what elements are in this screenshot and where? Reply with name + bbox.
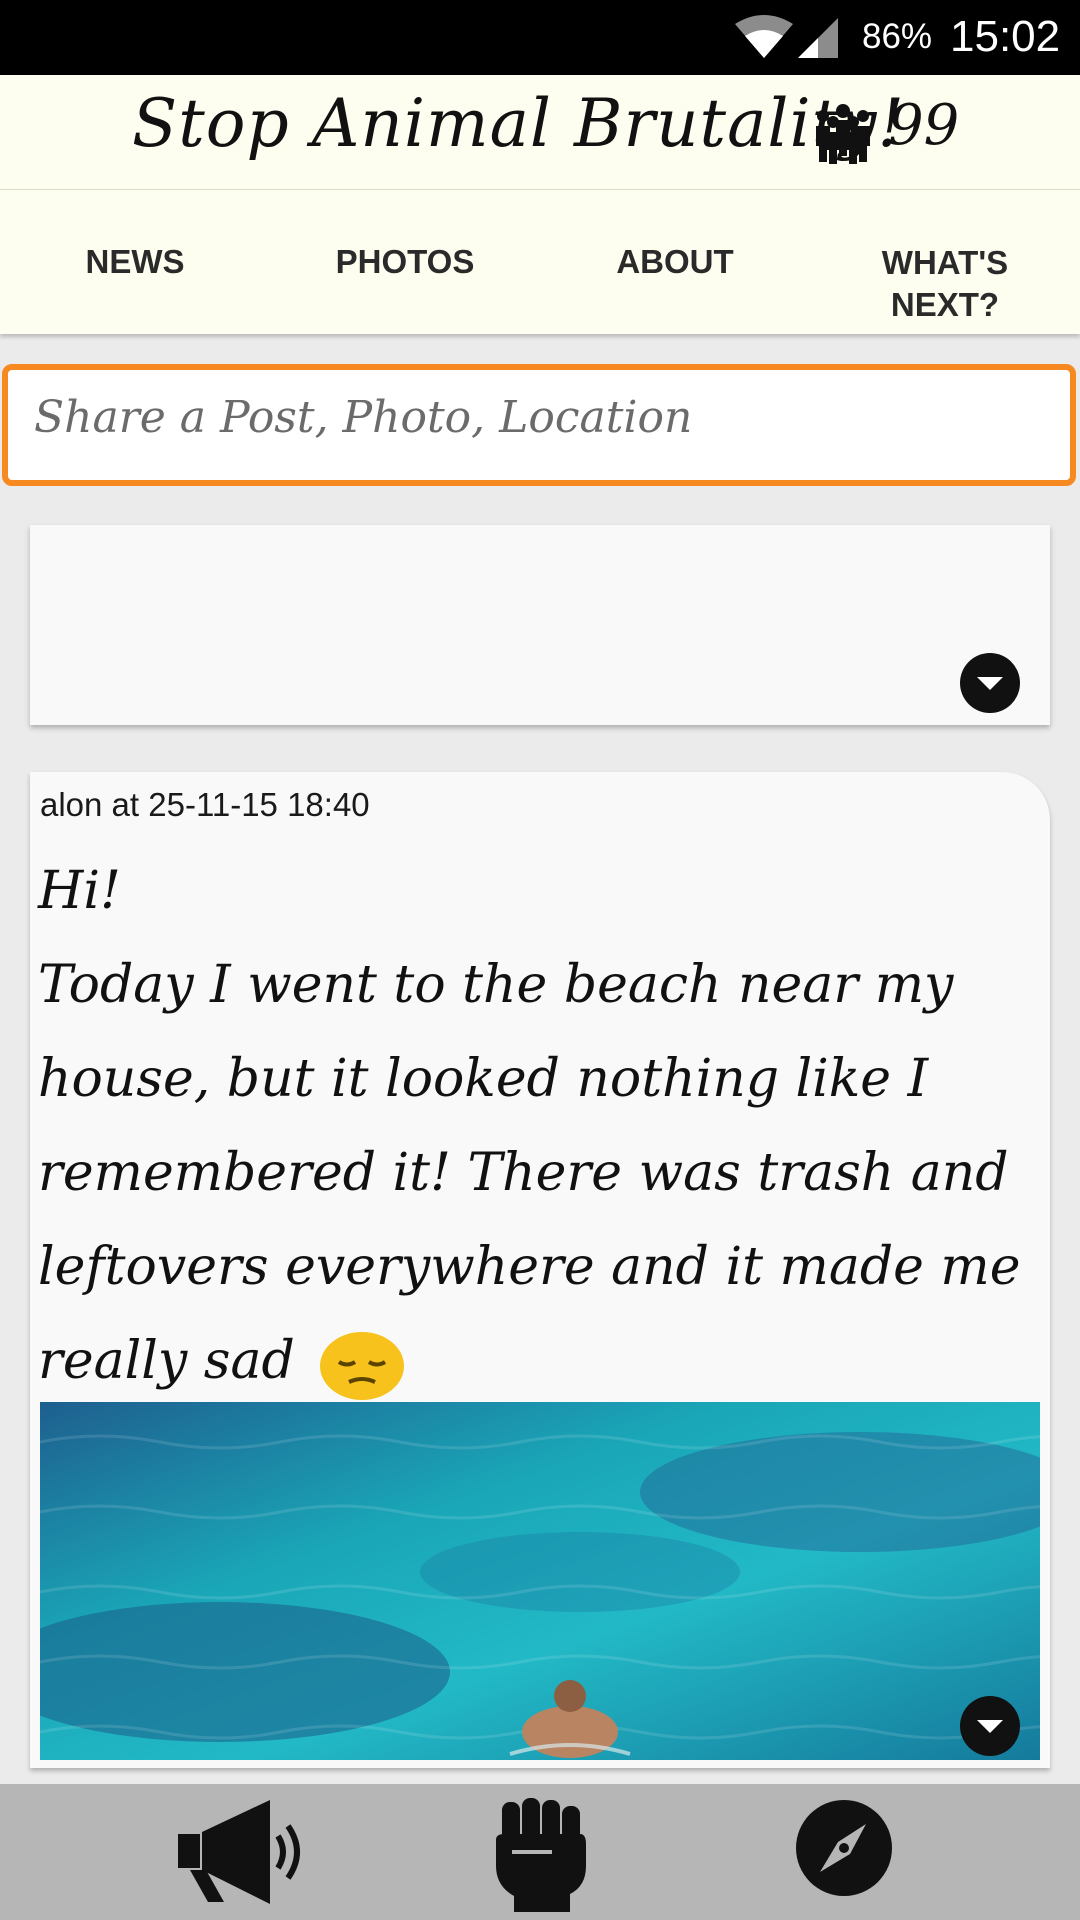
post-card: alon at 25-11-15 18:40 Hi! Today I went … bbox=[30, 772, 1050, 1768]
post-photo[interactable] bbox=[40, 1402, 1040, 1760]
tab-news[interactable]: NEWS bbox=[0, 190, 270, 334]
expand-post-button[interactable] bbox=[960, 653, 1020, 713]
app-header: Stop Animal Brutality! 99 bbox=[0, 75, 1080, 190]
post-card bbox=[30, 525, 1050, 725]
tab-bar: NEWS PHOTOS ABOUT WHAT'S NEXT? bbox=[0, 190, 1080, 334]
clock-time: 15:02 bbox=[950, 12, 1061, 61]
post-body: Hi! Today I went to the beach near my ho… bbox=[38, 844, 1038, 1408]
pensive-face-emoji bbox=[320, 1331, 405, 1400]
group-icon[interactable] bbox=[810, 102, 876, 164]
share-placeholder: Share a Post, Photo, Location bbox=[34, 392, 693, 443]
post-text: Hi! Today I went to the beach near my ho… bbox=[38, 861, 1021, 1391]
bottom-nav bbox=[0, 1784, 1080, 1920]
tab-about[interactable]: ABOUT bbox=[540, 190, 810, 334]
wifi-icon bbox=[735, 15, 793, 58]
compass-icon[interactable] bbox=[792, 1796, 896, 1900]
member-count: 99 bbox=[888, 93, 960, 158]
megaphone-icon[interactable] bbox=[172, 1796, 308, 1908]
fist-icon[interactable] bbox=[488, 1796, 592, 1912]
app-title: Stop Animal Brutality! bbox=[132, 85, 905, 162]
tab-photos[interactable]: PHOTOS bbox=[270, 190, 540, 334]
post-author-date: alon at 25-11-15 18:40 bbox=[40, 786, 370, 823]
tab-whats-next[interactable]: WHAT'S NEXT? bbox=[810, 190, 1080, 334]
status-bar: 86% 15:02 bbox=[0, 0, 1080, 75]
signal-icon bbox=[798, 18, 838, 58]
battery-level: 86% bbox=[862, 17, 933, 56]
share-input[interactable]: Share a Post, Photo, Location bbox=[2, 364, 1076, 486]
expand-post-button[interactable] bbox=[960, 1696, 1020, 1756]
sea-photo bbox=[40, 1402, 1040, 1760]
